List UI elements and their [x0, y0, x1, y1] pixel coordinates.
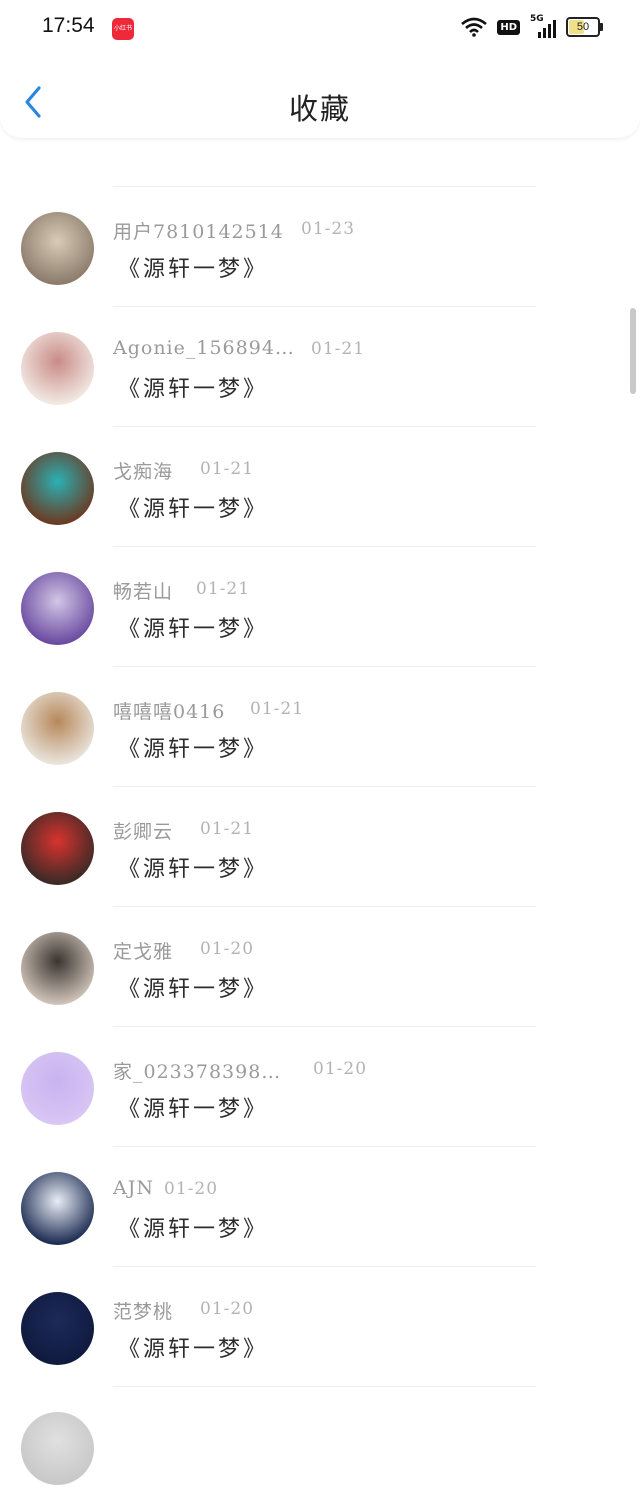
list-item[interactable]: Agonie_156894… 01-21 《源轩一梦》: [0, 307, 640, 427]
item-date: 01-21: [200, 459, 255, 479]
list-item[interactable]: 畅若山 01-21 《源轩一梦》: [0, 547, 640, 667]
favorites-list: 《源轩一梦》用户781014251401-23《源轩一梦》Agonie_1568…: [0, 37, 640, 1507]
status-icons: HD 5G 50: [461, 14, 603, 38]
item-date: 01-21: [200, 819, 255, 839]
list-item[interactable]: 戈痴海 01-21 《源轩一梦》: [0, 427, 640, 547]
item-title[interactable]: 《源轩一梦》: [118, 851, 268, 883]
item-title[interactable]: 《源轩一梦》: [118, 1091, 268, 1123]
avatar[interactable]: [21, 812, 94, 885]
signal-icon: 5G: [530, 14, 556, 38]
user-name[interactable]: Agonie_156894…: [113, 337, 295, 359]
item-date: 01-21: [311, 339, 366, 359]
status-bar: 17:54 小红书 HD 5G 50: [0, 0, 640, 56]
item-title[interactable]: 《源轩一梦》: [118, 971, 268, 1003]
avatar[interactable]: [21, 1412, 94, 1485]
user-name[interactable]: 范梦桃: [113, 1297, 173, 1324]
item-title[interactable]: 《源轩一梦》: [118, 491, 268, 523]
item-title[interactable]: 《源轩一梦》: [118, 731, 268, 763]
user-name[interactable]: 彭卿云: [113, 817, 173, 844]
item-title[interactable]: 《源轩一梦》: [118, 251, 268, 283]
avatar[interactable]: [21, 692, 94, 765]
avatar[interactable]: [21, 1172, 94, 1245]
avatar[interactable]: [21, 1292, 94, 1365]
item-date: 01-21: [250, 699, 305, 719]
item-title[interactable]: 《源轩一梦》: [118, 611, 268, 643]
user-name[interactable]: AJN: [113, 1177, 154, 1199]
avatar[interactable]: [21, 932, 94, 1005]
avatar[interactable]: [21, 572, 94, 645]
item-date: 01-21: [196, 579, 251, 599]
avatar[interactable]: [21, 332, 94, 405]
user-name[interactable]: 用户7810142514: [113, 217, 284, 244]
user-name[interactable]: 畅若山: [113, 577, 173, 604]
list-item[interactable]: 用户7810142514 01-23 《源轩一梦》: [0, 187, 640, 307]
user-name[interactable]: 家_023378398…: [113, 1057, 281, 1084]
page-header: 收藏: [0, 48, 640, 138]
list-item[interactable]: 范梦桃 01-20 《源轩一梦》: [0, 1267, 640, 1387]
battery-icon: 50: [566, 17, 603, 37]
list-item[interactable]: AJN 01-20 《源轩一梦》: [0, 1147, 640, 1267]
avatar[interactable]: [21, 1052, 94, 1125]
list-item[interactable]: 嘻嘻嘻0416 01-21 《源轩一梦》: [0, 667, 640, 787]
wifi-icon: [461, 17, 488, 37]
hd-badge: HD: [497, 19, 520, 35]
item-date: 01-20: [313, 1059, 368, 1079]
list-item[interactable]: 定戈雅 01-20 《源轩一梦》: [0, 907, 640, 1027]
item-title[interactable]: 《源轩一梦》: [118, 371, 268, 403]
item-date: 01-20: [164, 1179, 219, 1199]
user-name[interactable]: 定戈雅: [113, 937, 173, 964]
battery-text: 50: [576, 21, 590, 33]
item-title[interactable]: 《源轩一梦》: [118, 1331, 268, 1363]
item-date: 01-20: [200, 939, 255, 959]
item-date: 01-23: [301, 219, 356, 239]
user-name[interactable]: 嘻嘻嘻0416: [113, 697, 225, 724]
item-title[interactable]: 《源轩一梦》: [118, 1211, 268, 1243]
user-name[interactable]: 戈痴海: [113, 457, 173, 484]
xiaohongshu-icon: 小红书: [112, 18, 134, 40]
page-title: 收藏: [288, 92, 351, 126]
item-date: 01-20: [200, 1299, 255, 1319]
list-item[interactable]: 彭卿云 01-21 《源轩一梦》: [0, 787, 640, 907]
status-time: 17:54: [42, 14, 95, 37]
scrollbar[interactable]: [630, 308, 636, 394]
avatar[interactable]: [21, 212, 94, 285]
list-item[interactable]: 家_023378398… 01-20 《源轩一梦》: [0, 1027, 640, 1147]
list-item[interactable]: [0, 1387, 640, 1507]
avatar[interactable]: [21, 452, 94, 525]
